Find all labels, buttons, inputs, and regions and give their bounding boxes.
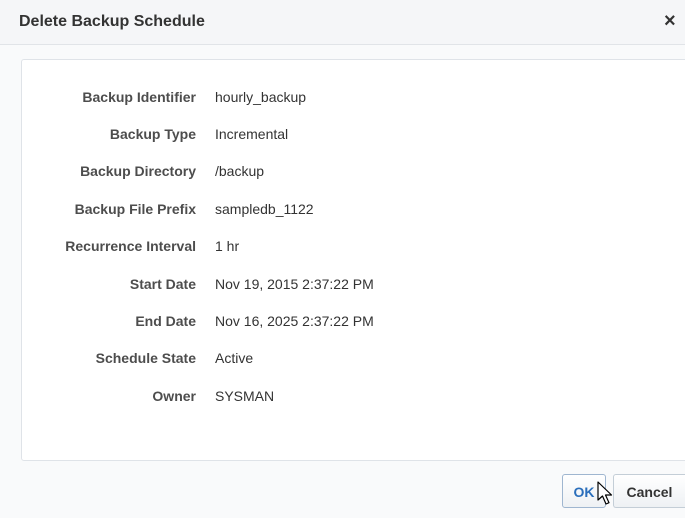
detail-value: hourly_backup — [215, 89, 307, 105]
detail-label: Schedule State — [95, 350, 196, 366]
detail-row-owner: Owner SYSMAN — [22, 388, 685, 408]
detail-value: Nov 16, 2025 2:37:22 PM — [215, 313, 374, 329]
detail-row-recurrence-interval: Recurrence Interval 1 hr — [22, 238, 685, 258]
detail-row-backup-file-prefix: Backup File Prefix sampledb_1122 — [22, 201, 685, 221]
detail-label: Backup File Prefix — [74, 201, 196, 217]
detail-label: Start Date — [129, 276, 196, 292]
detail-value: SYSMAN — [215, 388, 275, 404]
detail-label: Backup Identifier — [82, 89, 196, 105]
detail-value: sampledb_1122 — [215, 201, 314, 217]
detail-value: Active — [215, 350, 254, 366]
detail-label: Recurrence Interval — [65, 238, 196, 254]
detail-label: Backup Directory — [80, 163, 196, 179]
delete-backup-schedule-dialog: Delete Backup Schedule × Backup Identifi… — [0, 0, 685, 518]
details-panel: Backup Identifier hourly_backup Backup T… — [21, 59, 685, 461]
detail-value: /backup — [215, 163, 265, 179]
detail-row-end-date: End Date Nov 16, 2025 2:37:22 PM — [22, 313, 685, 333]
ok-button[interactable]: OK — [562, 474, 606, 508]
detail-value: Nov 19, 2015 2:37:22 PM — [215, 276, 374, 292]
close-icon[interactable]: × — [664, 9, 685, 33]
detail-row-backup-identifier: Backup Identifier hourly_backup — [22, 89, 685, 109]
detail-value: 1 hr — [215, 238, 240, 254]
detail-label: End Date — [135, 313, 196, 329]
cancel-button[interactable]: Cancel — [613, 474, 685, 508]
detail-value: Incremental — [215, 126, 289, 142]
detail-label: Backup Type — [109, 126, 196, 142]
detail-label: Owner — [152, 388, 196, 404]
detail-row-backup-type: Backup Type Incremental — [22, 126, 685, 146]
detail-row-start-date: Start Date Nov 19, 2015 2:37:22 PM — [22, 276, 685, 296]
detail-row-schedule-state: Schedule State Active — [22, 350, 685, 370]
dialog-title: Delete Backup Schedule — [19, 13, 205, 30]
detail-row-backup-directory: Backup Directory /backup — [22, 163, 685, 183]
dialog-titlebar: Delete Backup Schedule × — [0, 0, 685, 45]
